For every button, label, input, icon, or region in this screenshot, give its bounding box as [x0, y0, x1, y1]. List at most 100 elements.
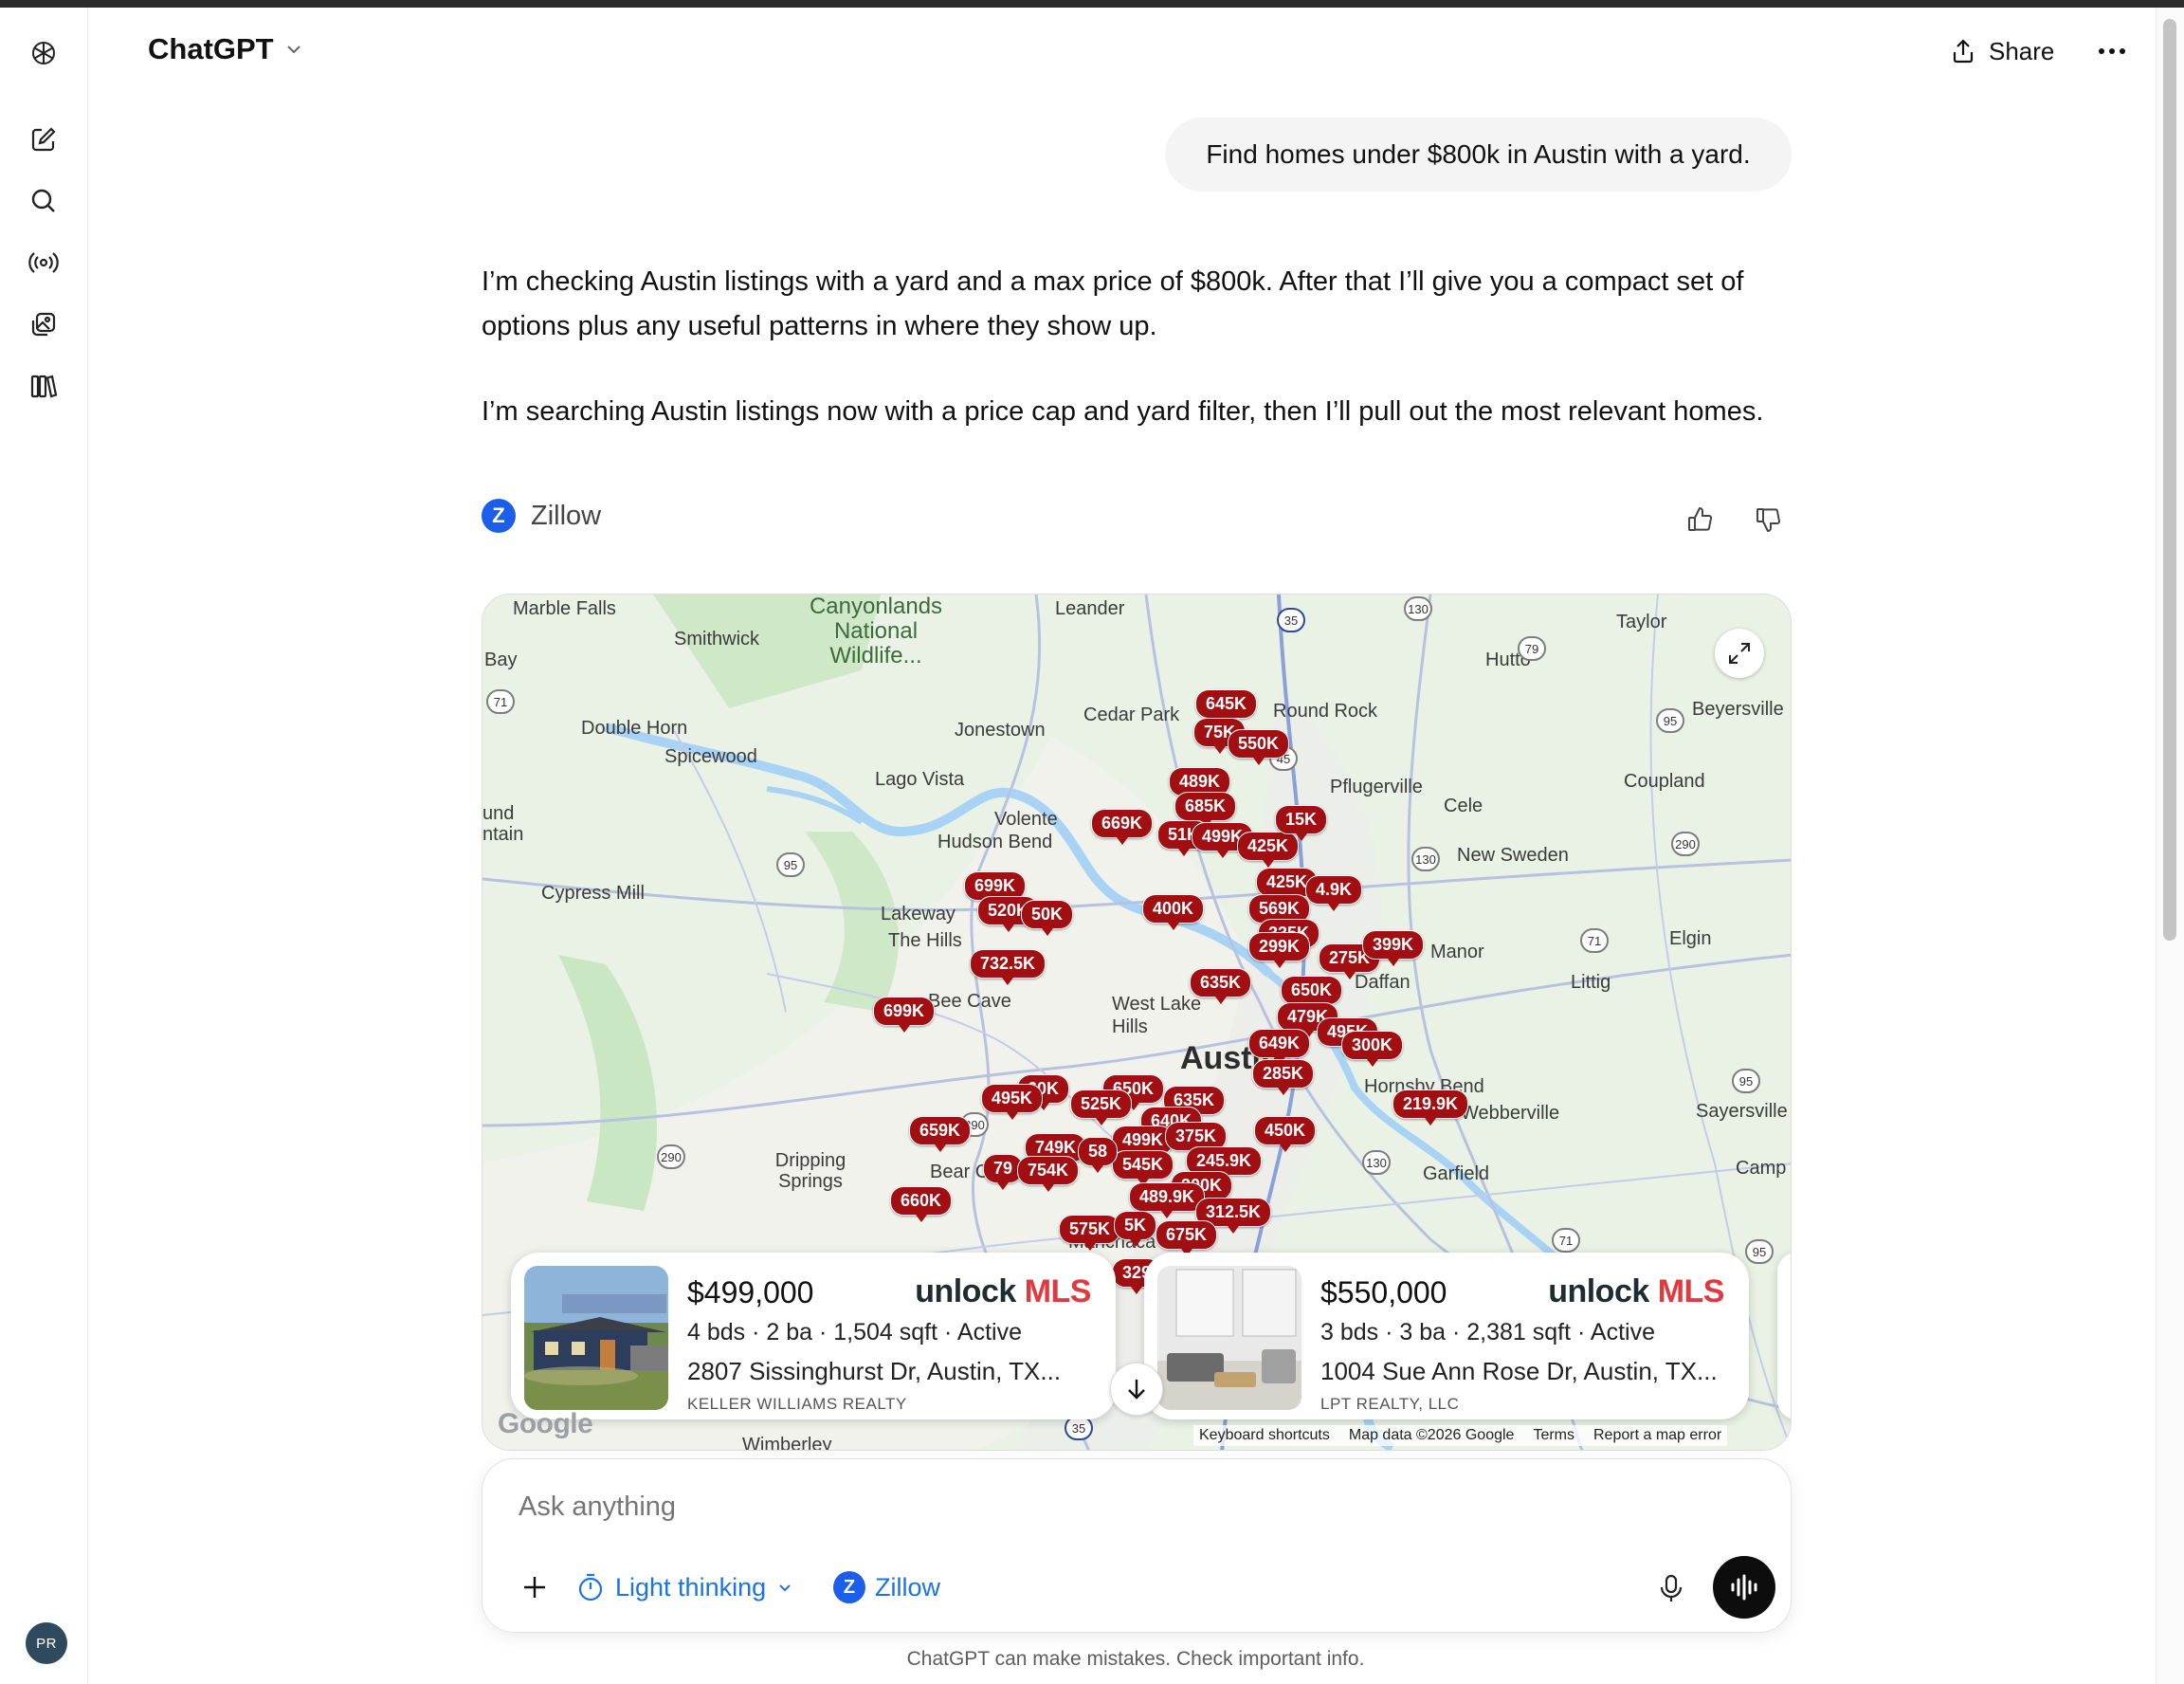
keyboard-shortcuts-link[interactable]: Keyboard shortcuts	[1199, 1427, 1330, 1444]
price-pin[interactable]: 219.9K	[1392, 1089, 1469, 1126]
place-label: Leander	[1055, 598, 1125, 619]
search-icon[interactable]	[23, 180, 64, 222]
report-error-link[interactable]: Report a map error	[1593, 1427, 1721, 1444]
price-pin[interactable]: 685K	[1174, 792, 1237, 828]
price-pin[interactable]: 545K	[1112, 1150, 1174, 1186]
price-pin[interactable]: 4.9K	[1305, 875, 1363, 911]
road-shield: 95	[1745, 1239, 1774, 1264]
place-label: Taylor	[1616, 612, 1667, 632]
google-logo: Google	[498, 1408, 593, 1439]
price-pin[interactable]: 669K	[1091, 809, 1154, 845]
place-label: Pflugerville	[1330, 777, 1423, 797]
price-pin[interactable]: 699K	[873, 997, 936, 1033]
place-label: Daffan	[1355, 972, 1410, 993]
price-pin[interactable]: 675K	[1156, 1220, 1218, 1256]
source-name: Zillow	[531, 500, 602, 531]
place-label: Webberville	[1461, 1103, 1560, 1124]
price-pin[interactable]: 754K	[1017, 1156, 1080, 1192]
place-label: Cypress Mill	[541, 883, 645, 904]
composer: Light thinking Z Zillow	[482, 1458, 1792, 1633]
zillow-tool-chip[interactable]: Z Zillow	[833, 1565, 940, 1609]
road-shield: 290	[1671, 832, 1700, 856]
more-options-button[interactable]	[2093, 34, 2131, 68]
listing-photo[interactable]	[1157, 1266, 1301, 1410]
price-pin[interactable]: 732.5K	[970, 949, 1046, 985]
zillow-logo-icon: Z	[833, 1571, 865, 1603]
price-pin[interactable]: 15K	[1275, 805, 1328, 841]
place-label: Wimberley	[742, 1435, 832, 1451]
library-icon[interactable]	[23, 365, 64, 407]
chevron-down-icon	[286, 46, 300, 54]
price-pin[interactable]: 300K	[1341, 1031, 1404, 1067]
share-button[interactable]: Share	[1949, 30, 2054, 72]
listing-card[interactable]: $550,000 unlock MLS 3 bds · 3 ba · 2,381…	[1144, 1253, 1749, 1419]
zillow-logo-icon: Z	[482, 499, 516, 533]
new-chat-icon[interactable]	[23, 119, 64, 160]
price-pin[interactable]: 495K	[981, 1084, 1044, 1120]
plus-icon	[524, 1577, 545, 1598]
price-pin[interactable]: 489.9K	[1129, 1182, 1206, 1218]
listing-stats: 4 bds · 2 ba · 1,504 sqft · Active	[687, 1319, 1022, 1345]
listing-photo[interactable]	[524, 1266, 668, 1410]
price-pin[interactable]: 660K	[890, 1186, 953, 1222]
road-shield: 130	[1362, 1150, 1391, 1175]
price-pin[interactable]: 650K	[1281, 976, 1343, 1012]
listing-price: $550,000	[1320, 1275, 1447, 1309]
listings-map[interactable]: Marble Falls Canyonlands National Wildli…	[482, 594, 1792, 1451]
road-shield: 95	[776, 852, 805, 877]
listing-card[interactable]: $499,000 unlock MLS 4 bds · 2 ba · 1,504…	[511, 1253, 1116, 1419]
road-shield: 130	[1411, 847, 1440, 871]
price-pin[interactable]: 575K	[1059, 1215, 1121, 1251]
scroll-down-button[interactable]	[1110, 1363, 1163, 1416]
gallery-icon[interactable]	[23, 303, 64, 345]
price-pin[interactable]: 649K	[1248, 1029, 1311, 1065]
price-pin[interactable]: 659K	[909, 1116, 972, 1152]
price-pin[interactable]: 400K	[1142, 894, 1205, 930]
price-pin[interactable]: 58	[1078, 1137, 1119, 1173]
prompt-input[interactable]	[519, 1492, 1656, 1523]
tool-label: Zillow	[875, 1572, 941, 1602]
place-label: Dripping Springs	[774, 1150, 846, 1192]
place-label: Littig	[1571, 972, 1611, 993]
price-pin[interactable]: 285K	[1252, 1059, 1315, 1095]
scrollbar-thumb[interactable]	[2163, 19, 2176, 941]
price-pin[interactable]: 525K	[1070, 1089, 1133, 1126]
price-pin[interactable]: 5K	[1114, 1211, 1157, 1247]
place-label: Canyonlands National Wildlife...	[809, 594, 943, 668]
dictate-button[interactable]	[1650, 1567, 1692, 1609]
thinking-mode-selector[interactable]: Light thinking	[575, 1565, 794, 1609]
place-label: Jonestown	[955, 720, 1046, 741]
price-pin[interactable]: 50K	[1021, 900, 1074, 936]
price-pin[interactable]: 450K	[1254, 1116, 1317, 1152]
place-label: New Sweden	[1457, 845, 1569, 866]
place-label: Lakeway	[881, 904, 956, 924]
place-label: West Lake Hills	[1112, 994, 1202, 1037]
listing-address: 2807 Sissinghurst Dr, Austin, TX...	[687, 1357, 1062, 1385]
road-shield: 95	[1656, 708, 1684, 733]
voice-mode-button[interactable]	[1713, 1556, 1775, 1619]
price-pin[interactable]: 299K	[1248, 932, 1311, 968]
price-pin[interactable]: 635K	[1190, 968, 1252, 1004]
openai-logo-icon[interactable]	[23, 32, 64, 74]
price-pin[interactable]: 425K	[1237, 832, 1300, 868]
price-pin[interactable]: 399K	[1362, 930, 1425, 966]
user-message: Find homes under $800k in Austin with a …	[1165, 118, 1792, 192]
share-icon	[1953, 39, 1974, 64]
place-label: Volente	[994, 809, 1058, 830]
map-attribution: Keyboard shortcuts Map data ©2026 Google…	[1193, 1425, 1728, 1446]
thumbs-down-button[interactable]	[1750, 501, 1788, 539]
attach-button[interactable]	[513, 1565, 556, 1609]
broadcast-icon[interactable]	[23, 242, 64, 284]
model-selector[interactable]: ChatGPT	[148, 32, 306, 66]
expand-map-button[interactable]	[1715, 629, 1764, 678]
price-pin[interactable]: 550K	[1228, 729, 1290, 765]
terms-link[interactable]: Terms	[1533, 1427, 1574, 1444]
microphone-icon	[1660, 1574, 1683, 1602]
listing-stats: 3 bds · 3 ba · 2,381 sqft · Active	[1320, 1319, 1655, 1345]
logo-word-mls: MLS	[1657, 1273, 1725, 1309]
listing-card-peek[interactable]	[1777, 1253, 1791, 1419]
model-name: ChatGPT	[148, 32, 274, 65]
thumbs-up-button[interactable]	[1682, 501, 1720, 539]
source-attribution[interactable]: Z Zillow	[482, 499, 601, 533]
price-pin[interactable]: 645K	[1195, 689, 1258, 725]
